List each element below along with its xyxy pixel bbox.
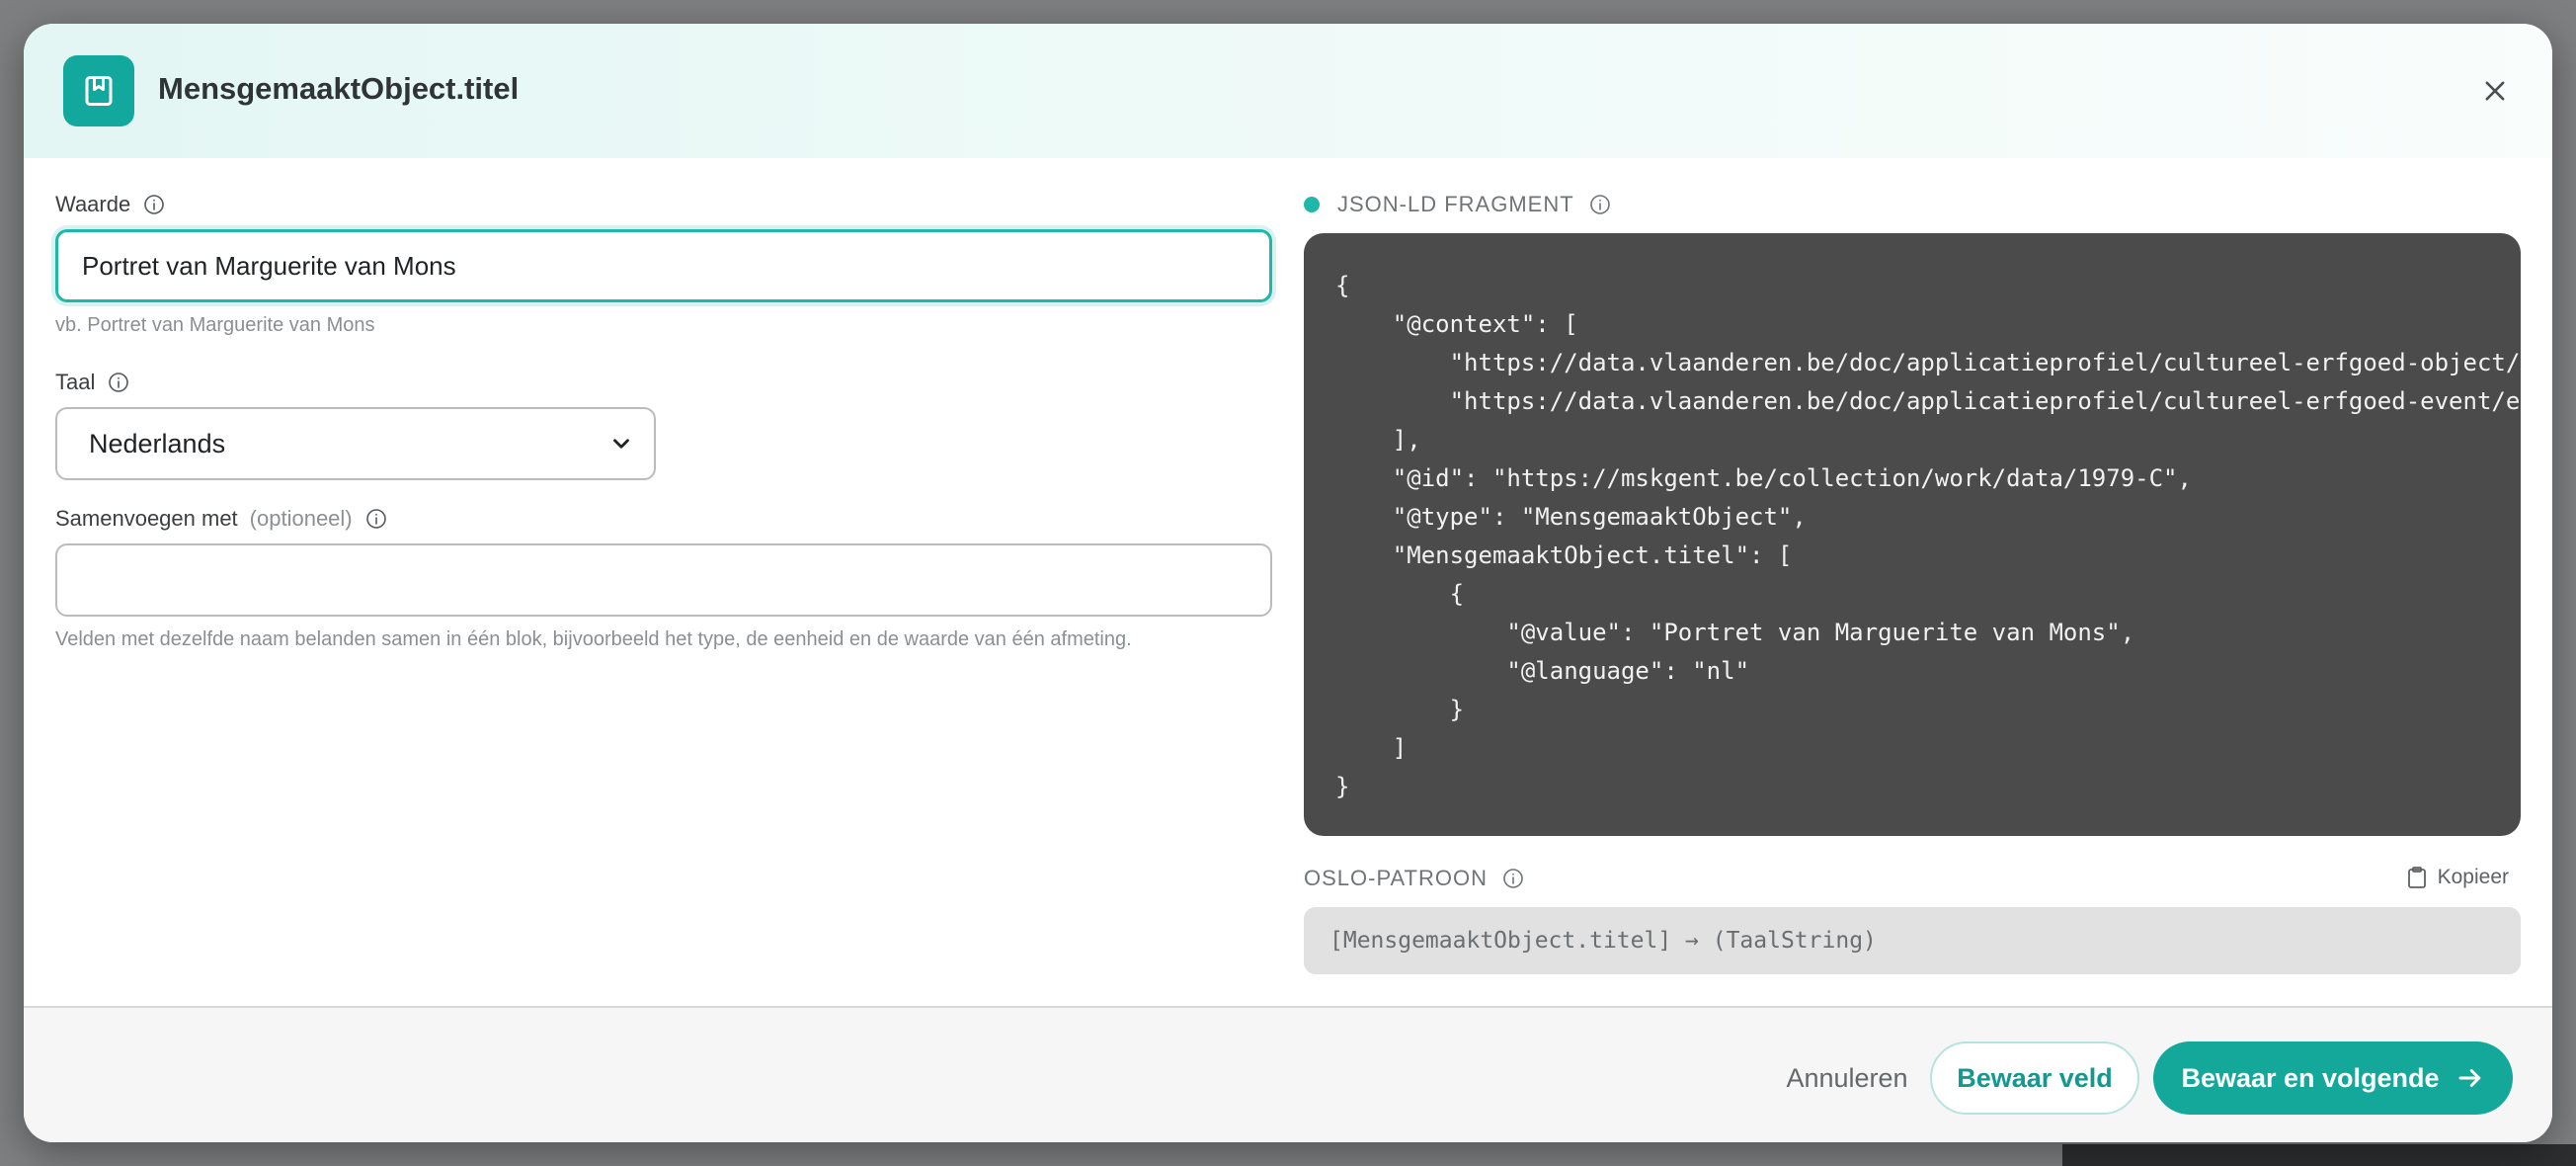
field-editor-modal: MensgemaaktObject.titel Waarde vb. Portr… <box>24 24 2552 1142</box>
oslo-label: OSLO-PATROON <box>1304 866 1525 891</box>
optional-tag: (optioneel) <box>249 506 353 531</box>
language-select[interactable]: Nederlands <box>55 407 656 480</box>
copy-label: Kopieer <box>2437 866 2509 888</box>
chevron-down-icon <box>613 439 629 449</box>
modal-title: MensgemaaktObject.titel <box>158 71 520 106</box>
close-icon <box>2485 81 2505 101</box>
language-select-value: Nederlands <box>89 428 226 458</box>
info-icon[interactable] <box>364 507 388 531</box>
close-button[interactable] <box>2477 73 2513 109</box>
json-ld-label: JSON-LD FRAGMENT <box>1304 192 1612 217</box>
json-ld-code: { "@context": [ "https://data.vlaanderen… <box>1335 272 2521 800</box>
info-icon[interactable] <box>142 193 166 216</box>
value-input[interactable] <box>55 229 1272 302</box>
save-button[interactable]: Bewaar veld <box>1930 1041 2139 1115</box>
oslo-pattern: [MensgemaaktObject.titel] → (TaalString) <box>1304 907 2521 974</box>
value-hint: vb. Portret van Marguerite van Mons <box>55 314 375 336</box>
background-panel <box>2062 1144 2576 1166</box>
arrow-right-icon <box>2458 1069 2480 1087</box>
modal-header: MensgemaaktObject.titel <box>24 24 2552 158</box>
info-icon[interactable] <box>107 371 130 394</box>
status-dot <box>1304 197 1320 212</box>
clipboard-icon <box>2407 867 2426 888</box>
language-label: Taal <box>55 370 130 395</box>
cancel-button[interactable]: Annuleren <box>1758 1041 1936 1115</box>
save-and-next-button[interactable]: Bewaar en volgende <box>2153 1041 2513 1115</box>
copy-button[interactable]: Kopieer <box>2406 866 2509 889</box>
merge-label: Samenvoegen met (optioneel) <box>55 506 388 532</box>
json-ld-code-panel: { "@context": [ "https://data.vlaanderen… <box>1304 233 2521 836</box>
info-icon[interactable] <box>1588 193 1612 216</box>
merge-input[interactable] <box>55 543 1272 617</box>
book-icon <box>63 55 134 126</box>
modal-footer: Annuleren Bewaar veld Bewaar en volgende <box>24 1006 2552 1142</box>
info-icon[interactable] <box>1501 867 1525 890</box>
merge-hint: Velden met dezelfde naam belanden samen … <box>55 628 1132 650</box>
value-label: Waarde <box>55 192 166 217</box>
